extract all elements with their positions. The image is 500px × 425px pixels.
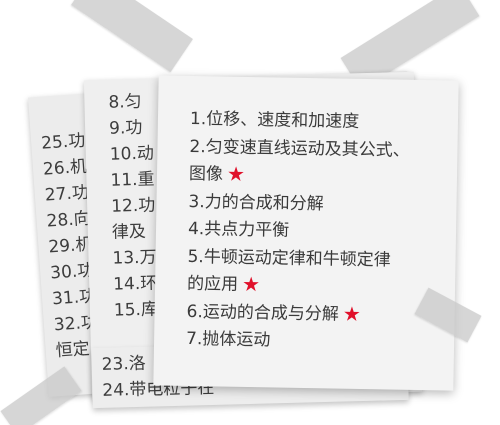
- notes-collage: 25.功 26.机 27.功 28.向 29.机 30.功 31.功 32.功 …: [0, 0, 500, 425]
- list-item: 25.功: [40, 130, 86, 154]
- list-item: 的应用 ★: [187, 271, 408, 302]
- list-item: 15.库: [113, 299, 159, 321]
- list-item: 5.牛顿运动定律和牛顿定律: [187, 243, 408, 274]
- middle-note-list: 8.匀 9.功 10.动 11.重 12.功 律及 13.万 14.环 15.库: [108, 89, 158, 324]
- list-item: 律及: [111, 221, 147, 243]
- list-item: 1.位移、速度和加速度: [190, 106, 411, 137]
- tape-bottom-left: [0, 366, 82, 425]
- list-item-text: 4.共点力平衡: [187, 218, 290, 241]
- list-item: 29.机: [47, 234, 94, 258]
- list-item: 28.向: [45, 208, 92, 232]
- star-icon: ★: [342, 301, 361, 326]
- list-item: 14.环: [112, 273, 158, 295]
- list-item: 6.运动的合成与分解 ★: [186, 298, 407, 329]
- list-item: 8.匀: [108, 91, 142, 113]
- list-item: 11.重: [110, 169, 155, 191]
- list-item-text: 2.匀变速直线运动及其公式、: [189, 136, 410, 161]
- list-item: 10.动: [109, 143, 155, 165]
- list-item: 26.机: [42, 156, 88, 180]
- list-item: 13.万: [112, 247, 157, 269]
- front-note-list: 1.位移、速度和加速度 2.匀变速直线运动及其公式、 图像 ★ 3.力的合成和分解 4.共…: [186, 106, 411, 357]
- list-item: 3.力的合成和分解: [188, 188, 409, 219]
- list-item: 7.抛体运动: [186, 326, 407, 357]
- tape-top-left: [71, 0, 193, 73]
- list-item: 27.功: [44, 182, 90, 206]
- list-item-text: 3.力的合成和分解: [188, 191, 324, 214]
- list-item-text: 6.运动的合成与分解: [186, 301, 339, 325]
- list-item: 4.共点力平衡: [188, 216, 409, 247]
- star-icon: ★: [226, 161, 246, 186]
- list-item: 12.功: [110, 195, 156, 217]
- list-item-text: 的应用: [186, 273, 239, 295]
- list-item: 图像 ★: [189, 161, 410, 192]
- star-icon: ★: [241, 271, 261, 297]
- list-item-text: 5.牛顿运动定律和牛顿定律: [187, 246, 391, 270]
- list-item-text: 7.抛体运动: [185, 328, 271, 351]
- list-item-text: 1.位移、速度和加速度: [189, 108, 360, 132]
- list-item-text: 图像: [188, 163, 224, 185]
- list-item: 2.匀变速直线运动及其公式、: [189, 133, 410, 164]
- list-item: 9.功: [108, 117, 143, 139]
- front-note: 1.位移、速度和加速度 2.匀变速直线运动及其公式、 图像 ★ 3.力的合成和分解 4.共…: [153, 75, 459, 391]
